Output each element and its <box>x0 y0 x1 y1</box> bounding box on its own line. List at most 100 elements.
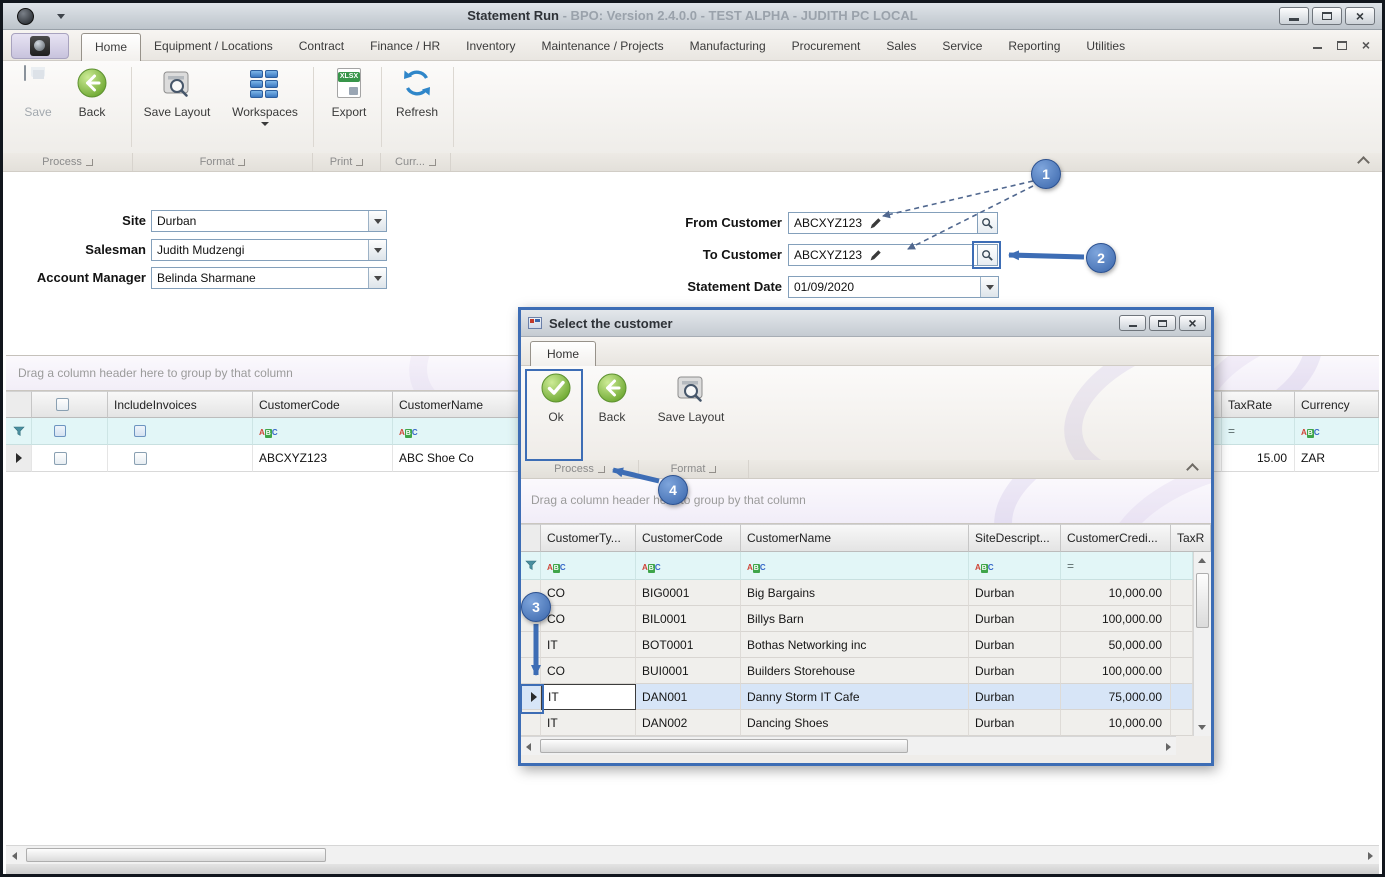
customer-row[interactable]: CO BUI0001 Builders Storehouse Durban 10… <box>521 658 1193 684</box>
cell-customer-type[interactable]: CO <box>541 606 636 632</box>
site-dropdown[interactable]: Durban <box>151 210 387 232</box>
scrollbar-thumb[interactable] <box>1196 573 1209 628</box>
filter-currency[interactable] <box>1295 418 1379 445</box>
cell-site-description[interactable]: Durban <box>969 606 1061 632</box>
scroll-left-icon[interactable] <box>12 852 17 860</box>
ribbon-restore-icon[interactable] <box>1336 40 1347 50</box>
row-select-cell[interactable] <box>32 445 108 472</box>
filter-customer-type[interactable] <box>541 552 636 580</box>
tab-sales[interactable]: Sales <box>873 33 929 61</box>
scrollbar-thumb[interactable] <box>540 739 908 753</box>
save-button[interactable]: Save <box>13 65 63 119</box>
filter-customer-code[interactable] <box>253 418 393 445</box>
cell-customer-credit[interactable]: 100,000.00 <box>1061 606 1171 632</box>
cell-site-description[interactable]: Durban <box>969 684 1061 710</box>
dialog-save-layout-button[interactable]: Save Layout <box>649 371 733 424</box>
dropdown-caret-icon[interactable] <box>980 277 998 297</box>
back-button[interactable]: Back <box>65 66 119 119</box>
cell-customer-code[interactable]: DAN002 <box>636 710 741 736</box>
customer-row-selected[interactable]: IT DAN001 Danny Storm IT Cafe Durban 75,… <box>521 684 1193 710</box>
header-customer-name[interactable]: CustomerName <box>741 524 969 552</box>
group-launcher-icon[interactable] <box>428 158 436 166</box>
customer-row[interactable]: IT DAN002 Dancing Shoes Durban 10,000.00 <box>521 710 1193 736</box>
ok-button[interactable]: Ok <box>531 371 581 424</box>
group-launcher-icon[interactable] <box>356 158 364 166</box>
cell-customer-type[interactable]: IT <box>541 684 636 710</box>
cell-customer-type[interactable]: CO <box>541 580 636 606</box>
ribbon-close-icon[interactable] <box>1362 38 1370 53</box>
cell-customer-type[interactable]: IT <box>541 710 636 736</box>
customer-row[interactable]: CO BIG0001 Big Bargains Durban 10,000.00 <box>521 580 1193 606</box>
tab-manufacturing[interactable]: Manufacturing <box>677 33 779 61</box>
header-customer-credit[interactable]: CustomerCredi... <box>1061 524 1171 552</box>
cell-customer-name[interactable]: Builders Storehouse <box>741 658 969 684</box>
tab-procurement[interactable]: Procurement <box>779 33 874 61</box>
minimize-button[interactable] <box>1279 7 1309 25</box>
tab-maintenance-projects[interactable]: Maintenance / Projects <box>529 33 677 61</box>
filter-site-description[interactable] <box>969 552 1061 580</box>
header-site-description[interactable]: SiteDescript... <box>969 524 1061 552</box>
cell-customer-credit[interactable]: 50,000.00 <box>1061 632 1171 658</box>
cell-customer-code[interactable]: BIG0001 <box>636 580 741 606</box>
tab-finance-hr[interactable]: Finance / HR <box>357 33 453 61</box>
scroll-down-icon[interactable] <box>1198 725 1206 730</box>
filter-include-invoices[interactable] <box>108 418 253 445</box>
filter-customer-name[interactable] <box>741 552 969 580</box>
group-launcher-icon[interactable] <box>597 465 605 473</box>
scroll-right-icon[interactable] <box>1368 852 1373 860</box>
header-select-all[interactable] <box>32 391 108 418</box>
tab-home[interactable]: Home <box>81 33 142 61</box>
tab-contract[interactable]: Contract <box>286 33 357 61</box>
scroll-right-icon[interactable] <box>1166 743 1171 751</box>
filter-tax-rate[interactable]: = <box>1222 418 1295 445</box>
workspaces-button[interactable]: Workspaces <box>225 66 305 126</box>
cell-customer-type[interactable]: CO <box>541 658 636 684</box>
cell-customer-name[interactable]: Big Bargains <box>741 580 969 606</box>
cell-customer-name[interactable]: Bothas Networking inc <box>741 632 969 658</box>
tab-utilities[interactable]: Utilities <box>1073 33 1138 61</box>
include-invoices-checkbox[interactable] <box>134 451 147 465</box>
header-currency[interactable]: Currency <box>1295 391 1379 418</box>
row-tax-rate-cell[interactable]: 15.00 <box>1222 445 1295 472</box>
scroll-up-icon[interactable] <box>1198 558 1206 563</box>
cell-customer-credit[interactable]: 10,000.00 <box>1061 710 1171 736</box>
from-customer-field[interactable]: ABCXYZ123 <box>788 212 978 234</box>
cell-customer-code[interactable]: BOT0001 <box>636 632 741 658</box>
cell-customer-type[interactable]: IT <box>541 632 636 658</box>
export-button[interactable]: XLSX Export <box>321 66 377 119</box>
customer-row[interactable]: CO BIL0001 Billys Barn Durban 100,000.00 <box>521 606 1193 632</box>
row-customer-code-cell[interactable]: ABCXYZ123 <box>253 445 393 472</box>
cell-customer-name[interactable]: Billys Barn <box>741 606 969 632</box>
dialog-maximize-button[interactable] <box>1149 315 1176 331</box>
dropdown-caret-icon[interactable] <box>368 211 386 231</box>
header-customer-code[interactable]: CustomerCode <box>253 391 393 418</box>
cell-customer-code[interactable]: DAN001 <box>636 684 741 710</box>
group-launcher-icon[interactable] <box>709 465 717 473</box>
cell-site-description[interactable]: Durban <box>969 580 1061 606</box>
salesman-dropdown[interactable]: Judith Mudzengi <box>151 239 387 261</box>
header-customer-code[interactable]: CustomerCode <box>636 524 741 552</box>
select-all-checkbox[interactable] <box>56 398 69 411</box>
statement-date-dropdown[interactable]: 01/09/2020 <box>788 276 999 298</box>
filter-customer-code[interactable] <box>636 552 741 580</box>
row-currency-cell[interactable]: ZAR <box>1295 445 1379 472</box>
row-checkbox[interactable] <box>54 451 67 465</box>
refresh-button[interactable]: Refresh <box>389 66 445 119</box>
cell-customer-name[interactable]: Danny Storm IT Cafe <box>741 684 969 710</box>
dialog-horizontal-scrollbar[interactable] <box>521 736 1176 755</box>
cell-customer-code[interactable]: BIL0001 <box>636 606 741 632</box>
cell-customer-credit[interactable]: 10,000.00 <box>1061 580 1171 606</box>
to-customer-field[interactable]: ABCXYZ123 <box>788 244 978 266</box>
dialog-close-button[interactable] <box>1179 315 1206 331</box>
group-launcher-icon[interactable] <box>238 158 246 166</box>
dropdown-caret-icon[interactable] <box>368 268 386 288</box>
header-customer-type[interactable]: CustomerTy... <box>541 524 636 552</box>
header-tax-rate[interactable]: TaxRate <box>1222 391 1295 418</box>
scroll-left-icon[interactable] <box>526 743 531 751</box>
header-include-invoices[interactable]: IncludeInvoices <box>108 391 253 418</box>
customer-row[interactable]: IT BOT0001 Bothas Networking inc Durban … <box>521 632 1193 658</box>
save-layout-button[interactable]: Save Layout <box>139 66 215 119</box>
to-customer-search-button[interactable] <box>977 244 998 266</box>
tab-equipment-locations[interactable]: Equipment / Locations <box>141 33 286 61</box>
dialog-collapse-chevron-icon[interactable] <box>1186 463 1199 476</box>
